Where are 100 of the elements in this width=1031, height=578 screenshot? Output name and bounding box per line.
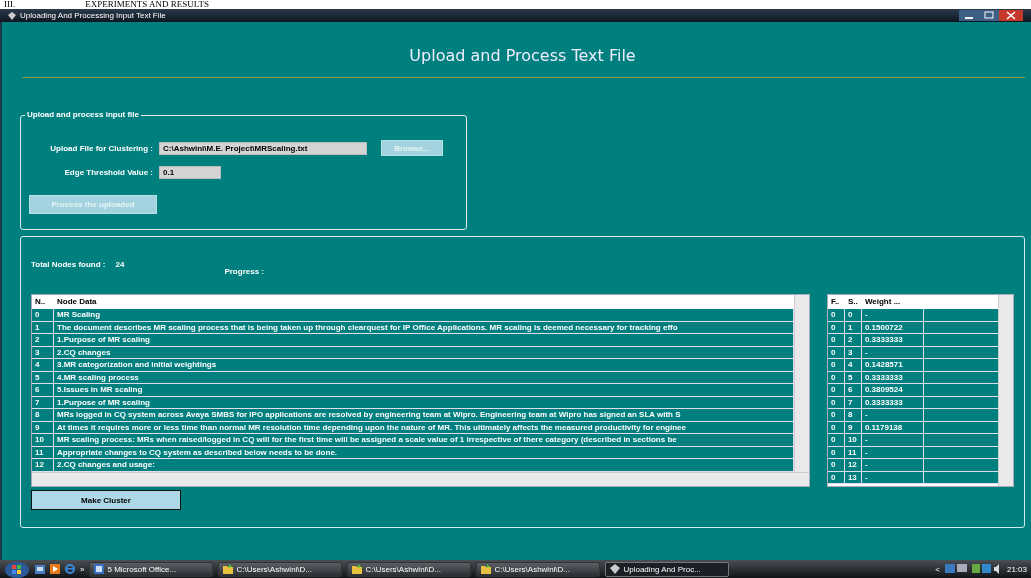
table-cell: 4 [844,359,862,371]
table-cell: 11 [32,446,54,458]
table-cell: 0.1428571 [861,359,924,371]
table-cell: - [861,459,924,471]
table-cell: 1 [844,321,862,333]
overflow-chevron[interactable]: » [80,564,85,574]
data-table[interactable] [31,294,810,487]
table-cell: MR Scaling [54,309,794,321]
table-cell: 4.MR scaling process [54,371,794,383]
table-cell: The document describes MR scaling process that is being taken up through clearquest for IP Office Applications. MR scaling is deemed necessary for tracking effo [54,321,794,333]
app-icon [610,564,621,574]
table-cell: 6 [32,384,54,396]
table-cell: 11 [844,446,862,458]
field-label: Edge Threshold Value : [63,168,153,177]
table-cell: 6 [844,384,862,396]
group-legend: Upload and process input file [25,110,141,119]
table-cell: 0 [827,434,845,446]
progress-label: Progress : [224,266,264,276]
table-cell: 12 [844,459,862,471]
table-cell: 0 [827,334,845,346]
taskbar-button[interactable]: C:\Users\Ashwini\D... [476,561,601,577]
table-cell: 1.Purpose of MR scaling [54,396,794,408]
start-button[interactable] [4,560,30,578]
table-cell: 0 [827,471,845,483]
taskbar-button[interactable]: C:\Users\Ashwini\D... [347,561,472,577]
table-cell: 9 [32,421,54,433]
taskbar-button[interactable]: C:\Users\Ashwini\D... [218,561,343,577]
document-icon [94,564,105,574]
table-cell: 0 [844,309,862,321]
table-cell: - [861,409,924,421]
table-cell: 4 [32,359,54,371]
table-cell: 7 [32,396,54,408]
table-cell: 5.Issues in MR scaling [54,384,794,396]
table-cell: 0.1179138 [861,421,924,433]
window-controls-icon[interactable] [959,10,1023,21]
table-cell: 3 [32,346,54,358]
column-header[interactable]: S.. [844,295,862,309]
taskbar-button[interactable]: Uploading And Proc... [605,561,730,577]
table-cell: 5 [844,371,862,383]
table-cell: 0 [827,459,845,471]
tray-arrow[interactable]: < [935,564,940,574]
app-icon [8,11,16,20]
desktop-icon [35,564,45,574]
field-label: Total Nodes found : [31,259,106,269]
table-cell: 0 [32,309,54,321]
column-header[interactable]: Weight ... [861,295,924,309]
table-cell: 0.3333333 [861,371,924,383]
table-cell: - [861,471,924,483]
window-title: Uploading And Processing Input Text File [20,11,166,20]
threshold-field[interactable]: 0.1 [159,166,221,179]
table-cell: Appropriate changes to CQ system as described below needs to be done. [54,446,794,458]
table-cell: 0 [827,321,845,333]
table-cell: 2 [32,334,54,346]
table-cell: 10 [844,434,862,446]
table-cell: - [861,309,924,321]
column-header[interactable]: Node Data [54,295,794,309]
table-cell: 3.MR categorization and initial weightings [54,359,794,371]
page-heading: Upload and Process Text File [409,46,636,65]
column-header[interactable]: F.. [827,295,845,309]
table-cell: 0 [827,309,845,321]
section-number: III. [4,0,16,9]
column-header[interactable]: N.. [32,295,54,309]
scrollbar[interactable] [32,472,809,486]
clock: 21:03 [1006,564,1027,574]
table-cell: 2.CQ changes and usage: [54,459,794,471]
field-label: Upload File for Clustering : [49,143,153,153]
table-cell: 0.3333333 [861,334,924,346]
table-cell: 0 [827,446,845,458]
table-cell: 0.1500722 [861,321,924,333]
table-cell: 0 [827,409,845,421]
table-cell: - [861,446,924,458]
table-cell: - [861,346,924,358]
section-heading: EXPERIMENTS AND RESULTS [85,0,209,9]
table-cell: 10 [32,434,54,446]
table-cell: At times it requires more or less time than normal MR resolution time depending upon the nature of MR. This ultimately affects the measured productivity for enginee [54,421,794,433]
folder-icon [481,564,492,574]
table-cell: MRs logged in CQ system across Avaya SMBS for IPO applications are resolved by engineering team at Wipro. Engineering team at Wipro has signed an SLA with S [54,409,794,421]
folder-icon [352,564,363,574]
table-cell: 8 [32,409,54,421]
scrollbar[interactable] [998,295,1013,486]
table-cell: 0 [827,421,845,433]
taskbar-button[interactable]: 5 Microsoft Office... [89,561,214,577]
data-table[interactable]: F.. S.. Weight ... 0 0 - 0 1 0.1500722 0 2 0.3333333 0 3 - 0 4 0.1428571 0 5 0.3333333 0 6 0.3809524 0 7 0.3333333 0 8 - 0 9 0.1179138 0 10 - 0 11 - 0 12 - 0 13 - [826,294,1014,487]
table-cell: MR scaling process: MRs when raised/logged in CQ will for the first time will be assigned a scale value of 1 irrespective of there category (described in sections be [54,434,794,446]
table-cell: 12 [32,459,54,471]
table-cell: 2.CQ changes [54,346,794,358]
table-cell: 0.3809524 [861,384,924,396]
table-cell: - [861,434,924,446]
table-cell: 0 [827,346,845,358]
make-cluster-button[interactable]: Make Cluster [31,490,181,510]
table-cell: 1.Purpose of MR scaling [54,334,794,346]
table-cell: 2 [844,334,862,346]
file-path-field[interactable]: C:\Ashwini\M.E. Project\MRScaling.txt [159,141,367,155]
tray-icons [971,564,1002,574]
media-player-icon [50,564,60,574]
table-cell: 1 [32,321,54,333]
table-cell: 13 [844,471,862,483]
table-cell: 5 [32,371,54,383]
table-cell: 7 [844,396,862,408]
table-cell: 0 [827,396,845,408]
